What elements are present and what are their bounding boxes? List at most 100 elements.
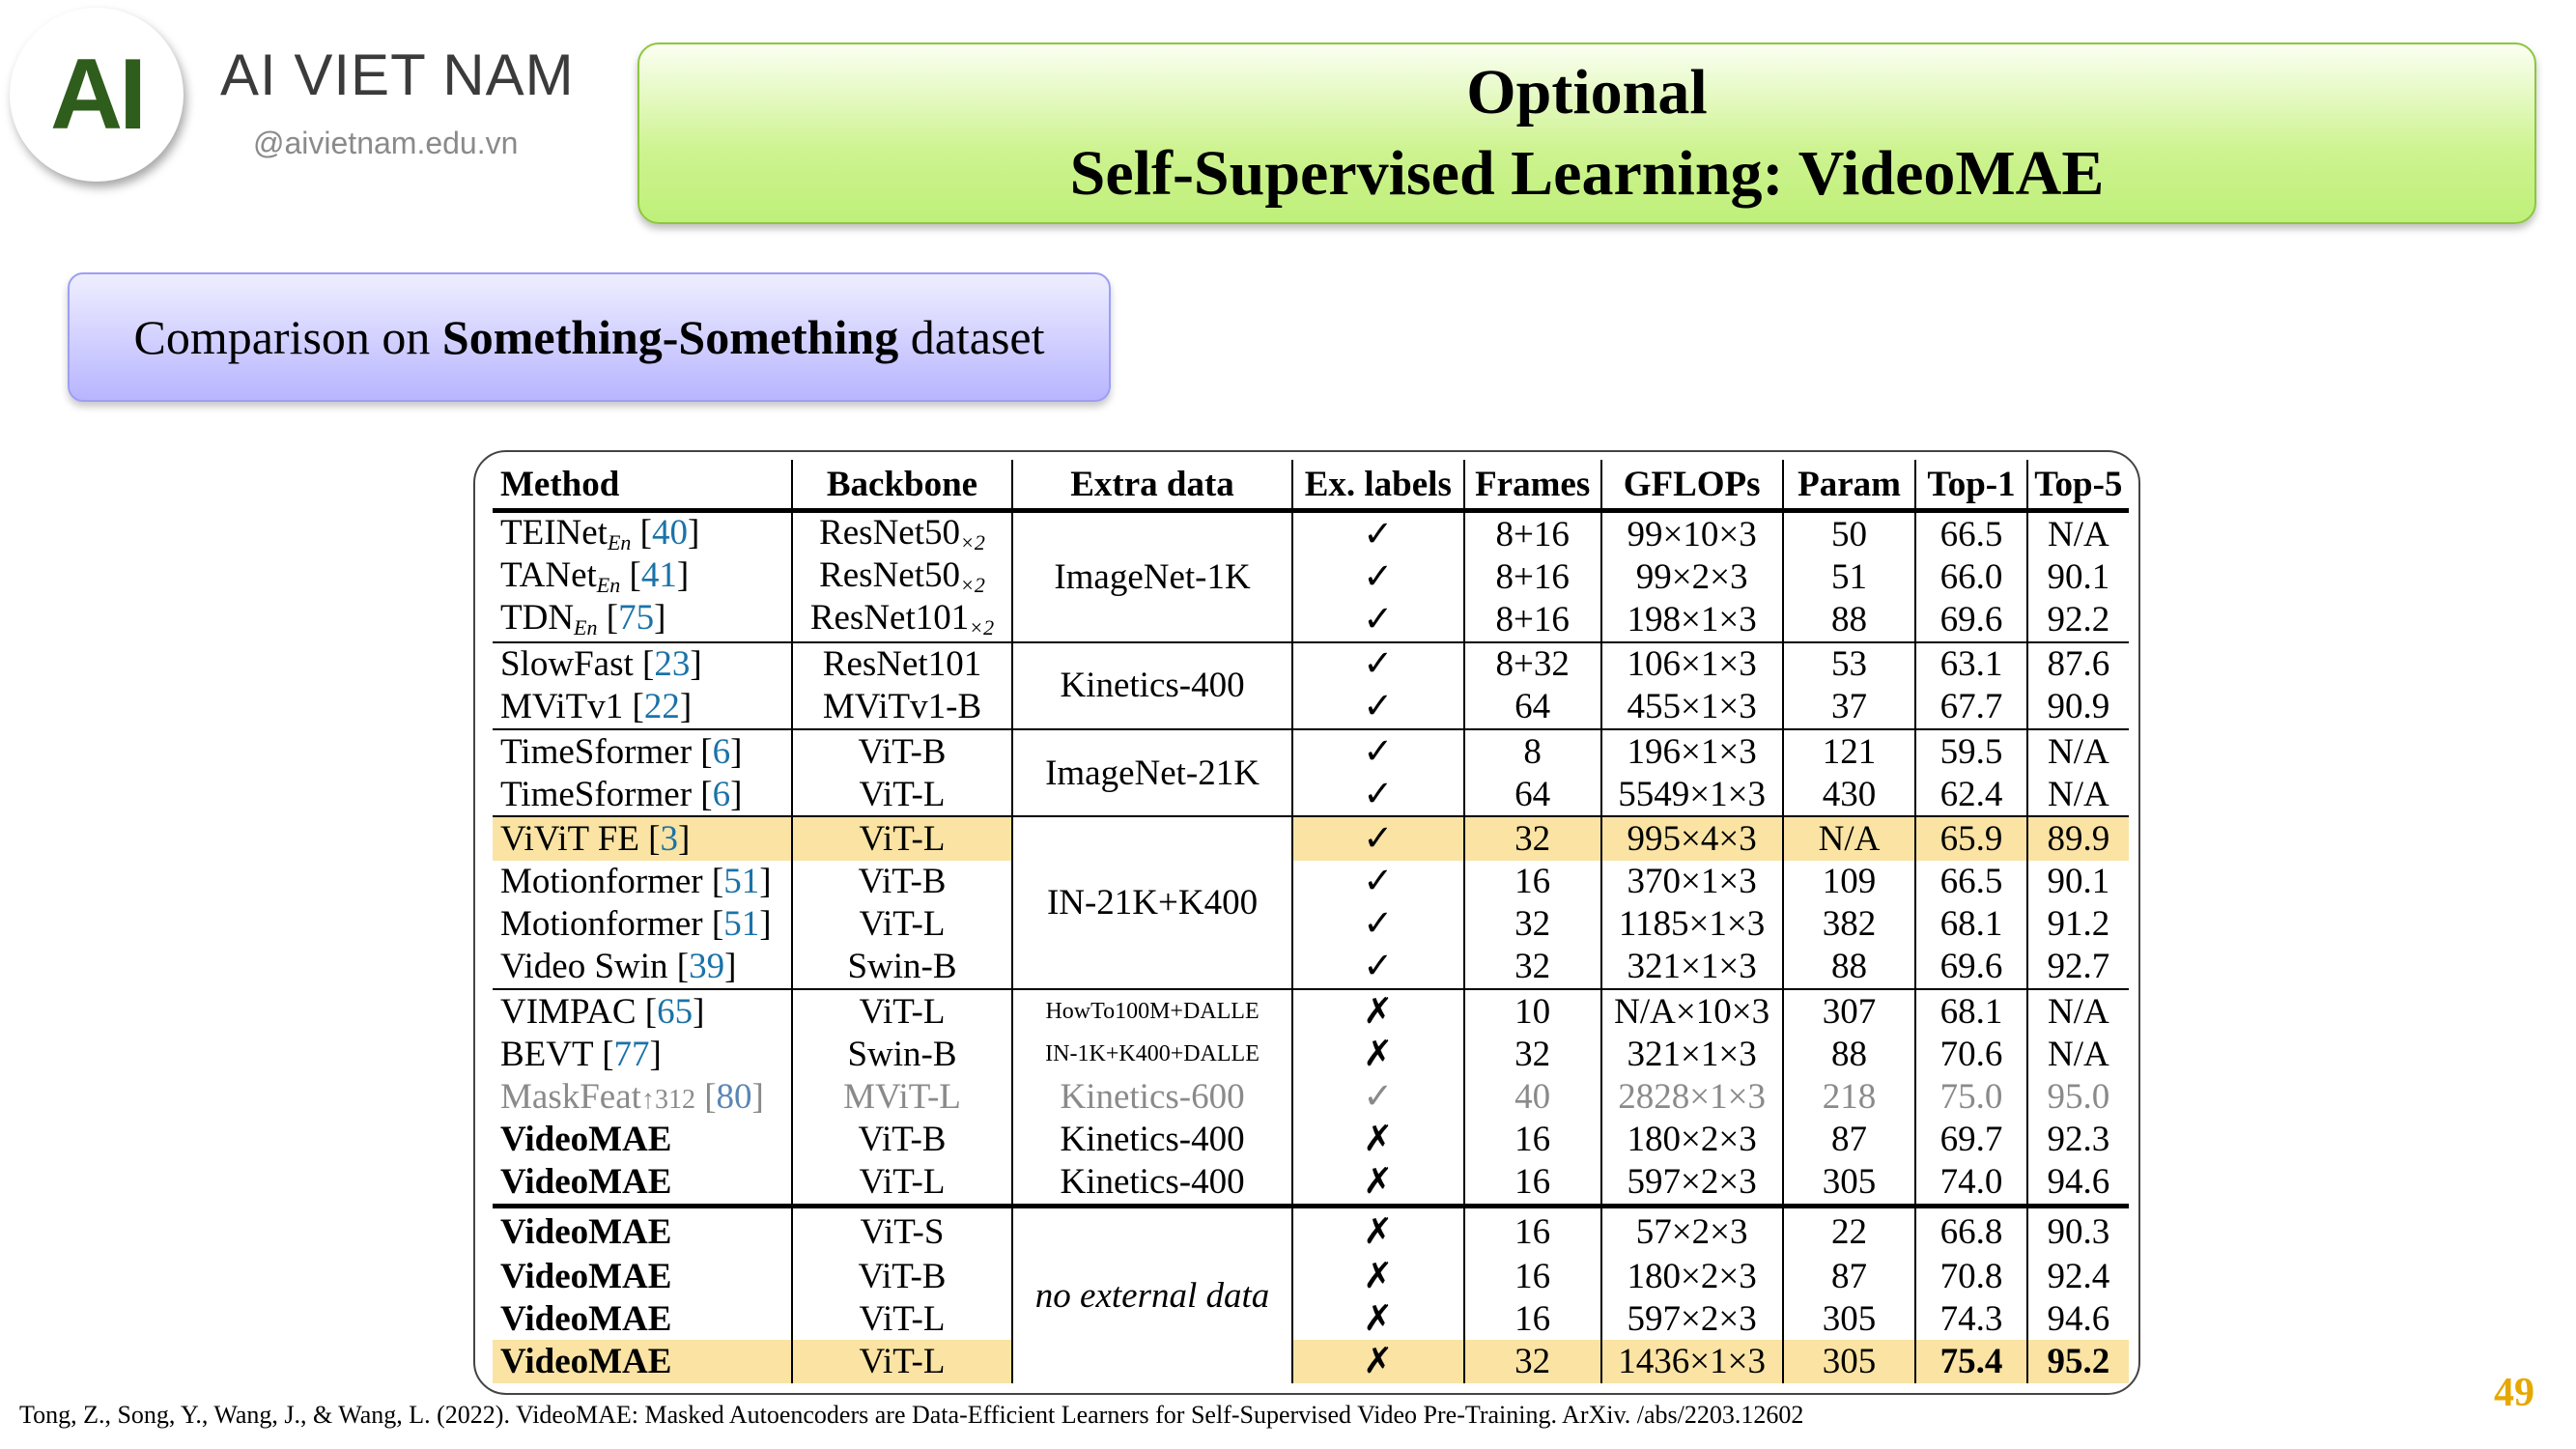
subtitle-prefix: Comparison on bbox=[133, 310, 442, 364]
param-cell: 87 bbox=[1782, 1255, 1917, 1298]
param-cell: 307 bbox=[1782, 988, 1917, 1034]
brand-url: @aivietnam.edu.vn bbox=[253, 126, 519, 160]
table-row: Video Swin [39] Swin-B ✓ 32 321×1×3 88 6… bbox=[493, 945, 2129, 990]
top1-cell: 67.7 bbox=[1915, 685, 2028, 729]
param-cell: 382 bbox=[1782, 902, 1917, 946]
col-header-top5: Top-5 bbox=[2026, 460, 2129, 513]
col-header-top1: Top-1 bbox=[1915, 460, 2028, 513]
top1-cell: 68.1 bbox=[1915, 902, 2028, 946]
top1-cell: 66.8 bbox=[1915, 1204, 2028, 1255]
gflops-cell: 597×2×3 bbox=[1600, 1160, 1784, 1207]
extra-data-cell: Kinetics-600 bbox=[1012, 1075, 1293, 1119]
table-row: VIMPAC [65] ViT-L HowTo100M+DALLE ✗ 10 N… bbox=[493, 988, 2129, 1034]
reference-link[interactable]: 40 bbox=[652, 513, 688, 553]
method-cell: TimeSformer [6] bbox=[493, 727, 793, 774]
table-row: TANetEn [41] ResNet50×2 ✓ 8+16 99×2×3 51… bbox=[493, 555, 2129, 599]
param-cell: 22 bbox=[1782, 1204, 1917, 1255]
gflops-cell: 106×1×3 bbox=[1600, 640, 1784, 686]
frames-cell: 16 bbox=[1463, 1255, 1602, 1298]
top5-cell: N/A bbox=[2047, 514, 2109, 554]
ex-labels-cell: ✓ bbox=[1291, 860, 1465, 903]
ex-labels-cell: ✗ bbox=[1291, 1340, 1465, 1383]
backbone-cell: ResNet50×2 bbox=[791, 510, 1014, 556]
method-cell: Video Swin [39] bbox=[493, 945, 793, 990]
reference-link[interactable]: 41 bbox=[641, 555, 677, 595]
top5-cell: 87.6 bbox=[2026, 640, 2129, 686]
ex-labels-cell: ✗ bbox=[1291, 1118, 1465, 1161]
top1-cell: 68.1 bbox=[1915, 988, 2028, 1034]
reference-link[interactable]: 6 bbox=[713, 775, 731, 814]
method-cell: MViTv1 [22] bbox=[493, 685, 793, 729]
top1-cell: 59.5 bbox=[1915, 727, 2028, 774]
reference-link[interactable]: 75 bbox=[618, 598, 654, 638]
method-cell: SlowFast [23] bbox=[493, 640, 793, 686]
backbone-cell: ViT-B bbox=[791, 1118, 1014, 1161]
backbone-cell: ViT-L bbox=[791, 1340, 1014, 1383]
gflops-cell: 1436×1×3 bbox=[1600, 1340, 1784, 1383]
reference-link[interactable]: 3 bbox=[661, 819, 679, 859]
gflops-cell: 198×1×3 bbox=[1600, 598, 1784, 642]
reference-link[interactable]: 22 bbox=[644, 687, 680, 726]
top5-cell: 92.3 bbox=[2047, 1120, 2110, 1160]
frames-cell: 64 bbox=[1463, 773, 1602, 817]
top1-cell: 70.6 bbox=[1915, 1033, 2028, 1076]
top5-cell: 95.2 bbox=[2026, 1340, 2129, 1383]
backbone-cell: MViT-L bbox=[791, 1075, 1014, 1119]
gflops-cell: 995×4×3 bbox=[1600, 815, 1784, 861]
table-row: TimeSformer [6] ViT-L ✓ 64 5549×1×3 430 … bbox=[493, 773, 2129, 817]
gflops-cell: 57×2×3 bbox=[1600, 1204, 1784, 1255]
table-row: TimeSformer [6] ViT-B ImageNet-21K ✓ 8 1… bbox=[493, 727, 2129, 817]
col-header-gflops: GFLOPs bbox=[1600, 460, 1784, 513]
frames-cell: 16 bbox=[1463, 1204, 1602, 1255]
reference-link[interactable]: 65 bbox=[657, 992, 693, 1032]
frames-cell: 32 bbox=[1463, 902, 1602, 946]
ex-labels-cell: ✓ bbox=[1291, 685, 1465, 729]
reference-link[interactable]: 77 bbox=[614, 1035, 650, 1074]
frames-cell: 64 bbox=[1463, 685, 1602, 729]
extra-data-cell: Kinetics-400 bbox=[1012, 640, 1293, 729]
backbone-cell: ViT-L bbox=[791, 1297, 1014, 1341]
param-cell: 305 bbox=[1782, 1160, 1917, 1207]
method-cell: TDNEn [75] bbox=[493, 598, 793, 642]
method-cell: TimeSformer [6] bbox=[493, 773, 793, 817]
ex-labels-cell: ✓ bbox=[1291, 555, 1465, 599]
method-cell: MaskFeat↑312 [80] bbox=[493, 1075, 793, 1119]
top1-cell: 69.6 bbox=[1915, 945, 2028, 990]
table-row: VideoMAE ViT-B ✗ 16 180×2×3 87 70.8 92.4 bbox=[493, 1255, 2129, 1298]
top1-cell: 63.1 bbox=[1915, 640, 2028, 686]
frames-cell: 10 bbox=[1463, 988, 1602, 1034]
table-header-row: Method Backbone Extra data Ex. labels Fr… bbox=[493, 460, 2129, 513]
backbone-cell: ViT-S bbox=[791, 1204, 1014, 1255]
col-header-param: Param bbox=[1782, 460, 1917, 513]
top5-cell: N/A bbox=[2026, 988, 2129, 1034]
reference-link[interactable]: 51 bbox=[723, 862, 759, 901]
gflops-cell: 455×1×3 bbox=[1600, 685, 1784, 729]
frames-cell: 8+16 bbox=[1463, 510, 1602, 556]
backbone-cell: ViT-L bbox=[791, 1160, 1014, 1207]
subtitle-suffix: dataset bbox=[898, 310, 1045, 364]
backbone-cell: ViT-L bbox=[791, 988, 1014, 1034]
method-cell: VIMPAC [65] bbox=[493, 988, 793, 1034]
ex-labels-cell: ✓ bbox=[1291, 902, 1465, 946]
ex-labels-cell: ✗ bbox=[1291, 1297, 1465, 1341]
backbone-cell: ResNet101×2 bbox=[791, 598, 1014, 642]
gflops-cell: 180×2×3 bbox=[1600, 1118, 1784, 1161]
gflops-cell: 2828×1×3 bbox=[1600, 1075, 1784, 1119]
ex-labels-cell: ✓ bbox=[1291, 945, 1465, 990]
reference-link[interactable]: 6 bbox=[713, 732, 731, 772]
param-cell: 37 bbox=[1782, 685, 1917, 729]
reference-link[interactable]: 23 bbox=[654, 644, 690, 684]
reference-link[interactable]: 80 bbox=[717, 1077, 752, 1117]
param-cell: 50 bbox=[1782, 510, 1917, 556]
top1-cell: 74.3 bbox=[1915, 1297, 2028, 1341]
param-cell: 88 bbox=[1782, 1033, 1917, 1076]
frames-cell: 8+32 bbox=[1463, 640, 1602, 686]
reference-link[interactable]: 51 bbox=[723, 904, 759, 944]
gflops-cell: 99×10×3 bbox=[1600, 510, 1784, 556]
reference-link[interactable]: 39 bbox=[689, 947, 724, 986]
col-header-ex-labels: Ex. labels bbox=[1291, 460, 1465, 513]
param-cell: 51 bbox=[1782, 555, 1917, 599]
logo: AI bbox=[10, 8, 184, 182]
extra-data-cell: ImageNet-1K bbox=[1012, 510, 1293, 642]
ex-labels-cell: ✓ bbox=[1291, 510, 1465, 556]
